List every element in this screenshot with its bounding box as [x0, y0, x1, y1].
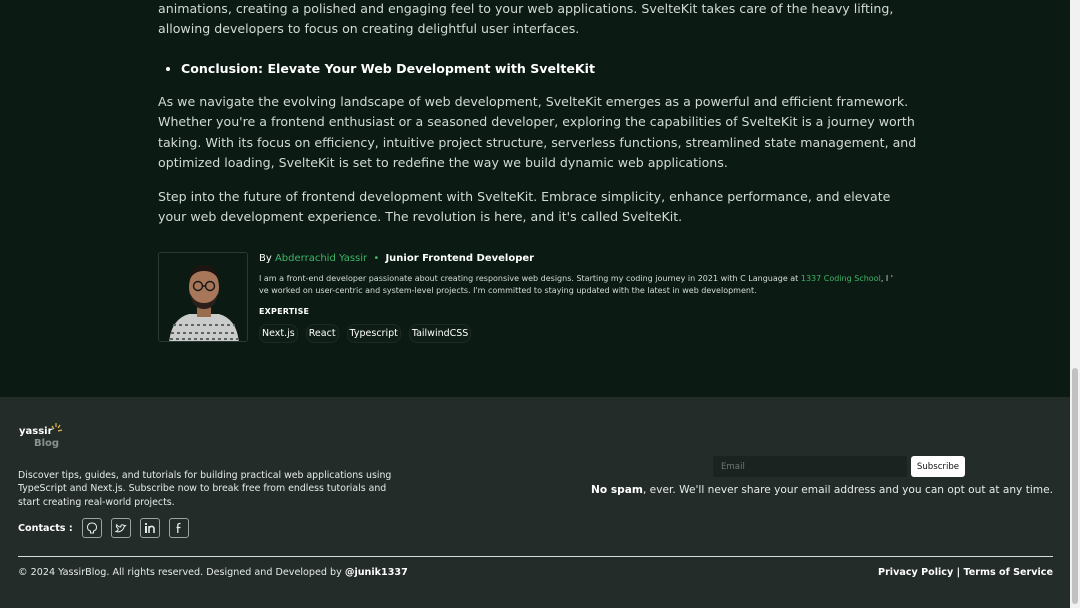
- author-bio: I am a front-end developer passionate ab…: [259, 273, 899, 296]
- bullet-heading-text: Conclusion: Elevate Your Web Development…: [181, 61, 596, 76]
- developer-handle-link[interactable]: @junik1337: [345, 567, 408, 578]
- no-spam-note: No spam, ever. We'll never share your em…: [591, 484, 1053, 496]
- scrollbar-thumb[interactable]: [1072, 368, 1078, 604]
- footer-divider: [18, 556, 1053, 557]
- twitter-icon[interactable]: [110, 518, 131, 538]
- tag-tailwindcss: TailwindCSS: [408, 324, 472, 343]
- subscribe-button[interactable]: Subscribe: [911, 456, 965, 477]
- tag-react: React: [305, 324, 339, 343]
- contacts-row: Contacts :: [18, 518, 198, 538]
- tag-typescript: Typescript: [346, 324, 401, 343]
- yassir-blog-logo[interactable]: yassir Blog: [19, 422, 69, 450]
- no-spam-bold: No spam: [591, 484, 643, 496]
- page-scrollbar[interactable]: [1070, 0, 1080, 608]
- article-paragraph-animations: animations, creating a polished and enga…: [158, 1, 894, 37]
- terms-of-service-link[interactable]: Terms of Service: [963, 567, 1053, 578]
- article-bullet-heading: Conclusion: Elevate Your Web Development…: [166, 61, 595, 76]
- byline-separator: •: [373, 253, 380, 264]
- author-name-link[interactable]: Abderrachid Yassir: [275, 253, 367, 264]
- footer-description: Discover tips, guides, and tutorials for…: [18, 470, 392, 508]
- author-info: By Abderrachid Yassir • Junior Frontend …: [259, 252, 919, 343]
- email-input[interactable]: [713, 456, 907, 477]
- expertise-title: EXPERTISE: [259, 307, 310, 316]
- legal-separator: |: [956, 567, 961, 578]
- contacts-label: Contacts :: [18, 522, 73, 534]
- bullet-dot: [166, 66, 170, 71]
- coding-school-link[interactable]: 1337 Coding School: [801, 274, 881, 283]
- privacy-policy-link[interactable]: Privacy Policy: [878, 567, 953, 578]
- no-spam-text: , ever. We'll never share your email add…: [642, 484, 1053, 496]
- article-paragraph-conclusion: As we navigate the evolving landscape of…: [158, 94, 917, 171]
- author-role: Junior Frontend Developer: [385, 253, 535, 264]
- linkedin-icon[interactable]: [139, 518, 160, 538]
- author-avatar: [158, 252, 248, 342]
- author-card: By Abderrachid Yassir • Junior Frontend …: [158, 252, 919, 343]
- author-bio-text-1: I am a front-end developer passionate ab…: [259, 274, 801, 283]
- copyright-main: © 2024 YassirBlog. All rights reserved. …: [18, 567, 345, 578]
- facebook-icon[interactable]: [168, 518, 189, 538]
- site-footer: yassir Blog Discover tips, guides, and t…: [0, 397, 1070, 608]
- expertise-tags: Next.js React Typescript TailwindCSS: [259, 324, 919, 343]
- copyright-text: © 2024 YassirBlog. All rights reserved. …: [18, 567, 408, 578]
- logo-text-yassir: yassir: [19, 426, 53, 437]
- by-label: By: [259, 253, 272, 264]
- github-icon[interactable]: [81, 518, 102, 538]
- author-byline: By Abderrachid Yassir • Junior Frontend …: [259, 253, 919, 264]
- tag-nextjs: Next.js: [259, 324, 298, 343]
- legal-links: Privacy Policy | Terms of Service: [878, 567, 1053, 578]
- logo-text-blog: Blog: [34, 438, 59, 449]
- article-paragraph-step: Step into the future of frontend develop…: [158, 189, 891, 225]
